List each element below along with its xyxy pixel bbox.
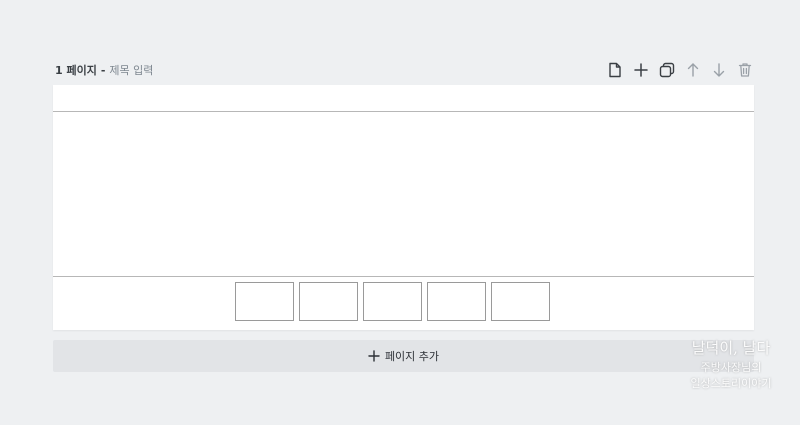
page-toolbar (605, 60, 755, 80)
thumbnail-slot[interactable] (491, 282, 550, 321)
add-icon (633, 62, 649, 78)
page-canvas[interactable] (53, 85, 754, 330)
plus-icon (368, 350, 380, 362)
move-up-button[interactable] (683, 60, 703, 80)
trash-icon (738, 62, 752, 78)
page-number-label: 1 페이지 (55, 64, 97, 77)
add-page-label: 페이지 추가 (384, 350, 440, 363)
add-page-toolbar-button[interactable] (631, 60, 651, 80)
new-page-icon (608, 62, 622, 78)
thumbnail-row (235, 282, 550, 321)
thumbnail-slot[interactable] (363, 282, 422, 321)
move-up-icon (686, 62, 700, 78)
add-page-button[interactable]: 페이지 추가 (53, 340, 754, 372)
thumbnail-slot[interactable] (299, 282, 358, 321)
thumbnail-slot[interactable] (235, 282, 294, 321)
page-header: 1 페이지 - 제목 입력 (55, 58, 755, 82)
thumbnail-slot[interactable] (427, 282, 486, 321)
page-title-input[interactable]: 제목 입력 (109, 62, 153, 78)
watermark-line-3: 일상스토리이야기 (690, 377, 772, 390)
move-down-icon (712, 62, 726, 78)
duplicate-page-button[interactable] (657, 60, 677, 80)
page-title: 1 페이지 - 제목 입력 (55, 62, 153, 78)
delete-page-button[interactable] (735, 60, 755, 80)
footer-divider-line (53, 276, 754, 277)
header-divider-line (53, 111, 754, 112)
move-down-button[interactable] (709, 60, 729, 80)
duplicate-icon (659, 62, 675, 78)
editor-stage: 1 페이지 - 제목 입력 페이지 추가 날덕이, 날다 주방사장님의 일상스토… (0, 0, 800, 425)
title-separator: - (100, 63, 106, 77)
new-page-button[interactable] (605, 60, 625, 80)
